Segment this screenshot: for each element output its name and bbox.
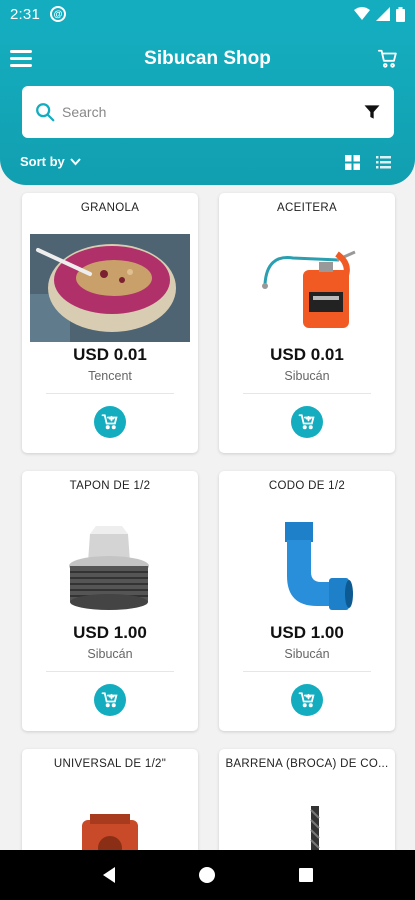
view-toggle	[345, 155, 391, 170]
sort-by-label: Sort by	[20, 154, 65, 169]
add-to-cart-button[interactable]	[291, 684, 323, 716]
product-store: Sibucán	[87, 647, 133, 661]
divider	[243, 671, 371, 672]
product-name: TAPÓN DE 1/2	[69, 480, 151, 492]
add-to-cart-button[interactable]	[94, 406, 126, 438]
search-bar	[22, 86, 394, 138]
status-time: 2:31	[10, 5, 40, 23]
product-card[interactable]: GRANOLA USD 0.01 Tencent	[22, 193, 198, 453]
add-to-cart-button[interactable]	[94, 684, 126, 716]
status-bar: 2:31 @	[0, 0, 415, 28]
product-name: CODO DE 1/2	[268, 480, 346, 492]
product-price: USD 0.01	[270, 345, 344, 364]
divider	[46, 671, 174, 672]
product-name: ACEITERA	[277, 202, 337, 214]
product-price: USD 0.01	[73, 345, 147, 364]
list-view-icon[interactable]	[376, 156, 391, 169]
recents-icon[interactable]	[286, 855, 326, 895]
status-icons	[354, 6, 405, 22]
product-card[interactable]: CODO DE 1/2 USD 1.00 Sibucán	[219, 471, 395, 731]
product-card[interactable]: UNIVERSAL DE 1/2"	[22, 749, 198, 850]
add-to-cart-button[interactable]	[291, 406, 323, 438]
product-store: Sibucán	[284, 647, 330, 661]
product-card[interactable]: BARRENA (BROCA) DE CO...	[219, 749, 395, 850]
granola-bowl-image	[30, 234, 190, 342]
add-to-cart-icon	[298, 414, 315, 430]
at-sign-icon: @	[50, 6, 66, 22]
chevron-down-icon	[70, 157, 81, 165]
search-icon	[36, 103, 55, 122]
pipe-union-image	[30, 790, 190, 850]
oil-can-image	[227, 234, 387, 342]
divider	[46, 393, 174, 394]
home-icon[interactable]	[187, 855, 227, 895]
add-to-cart-icon	[101, 414, 118, 430]
product-name: GRANOLA	[80, 202, 140, 214]
drill-bit-image	[227, 790, 387, 850]
add-to-cart-icon	[298, 692, 315, 708]
add-to-cart-icon	[101, 692, 118, 708]
product-grid: GRANOLA USD 0.01 Tencent ACEITERA USD 0.…	[0, 185, 415, 850]
product-name: UNIVERSAL DE 1/2"	[53, 758, 167, 770]
product-price: USD 1.00	[73, 623, 147, 642]
cart-icon[interactable]	[377, 48, 399, 70]
pipe-elbow-image	[227, 512, 387, 620]
signal-icon	[376, 7, 390, 21]
back-icon[interactable]	[89, 855, 129, 895]
system-nav-bar	[0, 850, 415, 900]
sort-by-button[interactable]: Sort by	[20, 154, 81, 169]
grid-view-icon[interactable]	[345, 155, 360, 170]
divider	[243, 393, 371, 394]
search-input[interactable]	[62, 104, 362, 120]
pipe-plug-image	[30, 512, 190, 620]
product-card[interactable]: ACEITERA USD 0.01 Sibucán	[219, 193, 395, 453]
filter-icon[interactable]	[362, 102, 382, 122]
product-store: Sibucán	[284, 369, 330, 383]
product-name: BARRENA (BROCA) DE CO...	[225, 758, 389, 770]
product-store: Tencent	[88, 369, 132, 383]
wifi-icon	[354, 7, 370, 20]
product-card[interactable]: TAPÓN DE 1/2 USD 1.00 Sibucán	[22, 471, 198, 731]
product-price: USD 1.00	[270, 623, 344, 642]
app-title: Sibucan Shop	[144, 48, 271, 69]
battery-icon	[396, 6, 405, 22]
app-header: Sibucan Shop Sort by	[0, 28, 415, 185]
